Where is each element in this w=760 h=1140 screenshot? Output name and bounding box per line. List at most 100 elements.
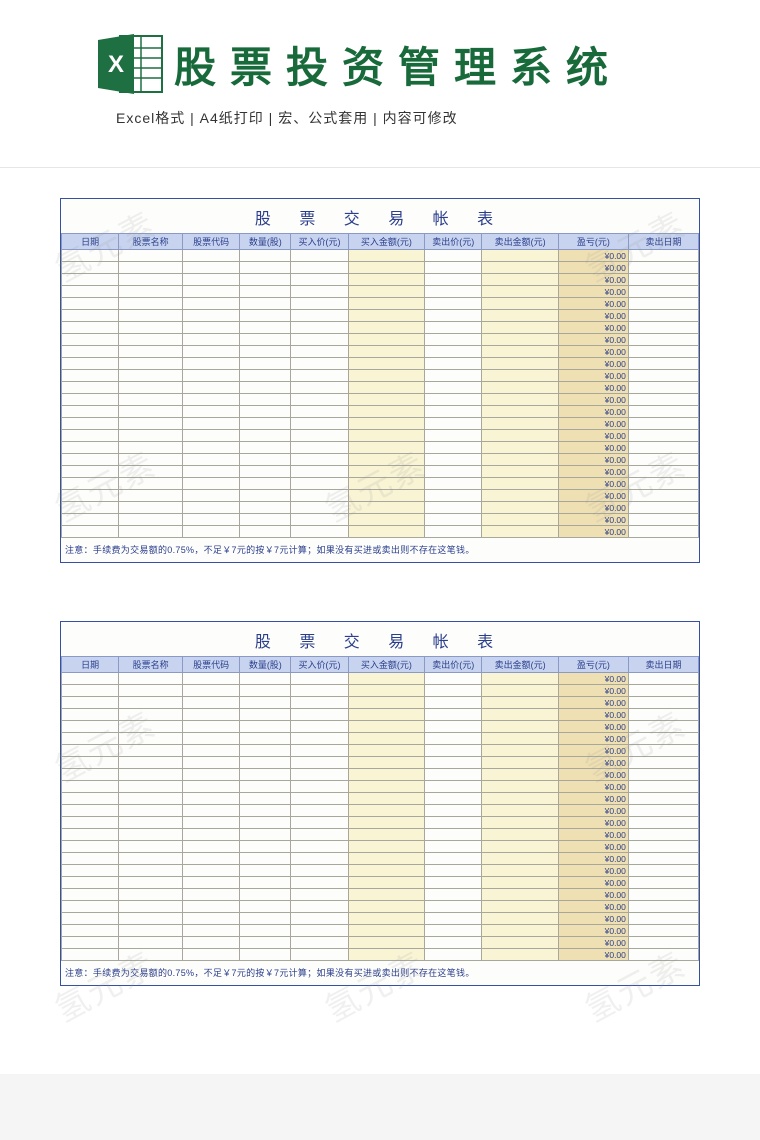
cell [240, 346, 291, 358]
cell [119, 274, 183, 286]
cell [628, 877, 698, 889]
cell [425, 877, 482, 889]
cell [291, 757, 348, 769]
cell [482, 262, 558, 274]
cell [425, 853, 482, 865]
cell [425, 418, 482, 430]
cell [348, 370, 424, 382]
cell [348, 262, 424, 274]
cell [291, 949, 348, 961]
table-row: ¥0.00 [62, 442, 699, 454]
cell [183, 406, 240, 418]
table-row: ¥0.00 [62, 298, 699, 310]
cell [119, 949, 183, 961]
cell: ¥0.00 [558, 298, 628, 310]
cell [62, 298, 119, 310]
table-row: ¥0.00 [62, 418, 699, 430]
cell [425, 286, 482, 298]
column-header: 卖出金额(元) [482, 234, 558, 250]
cell: ¥0.00 [558, 322, 628, 334]
cell [240, 709, 291, 721]
cell [425, 733, 482, 745]
cell [183, 757, 240, 769]
stock-table: 日期股票名称股票代码数量(股)买入价(元)买入金额(元)卖出价(元)卖出金额(元… [61, 233, 699, 538]
cell [183, 745, 240, 757]
cell [348, 418, 424, 430]
cell [240, 286, 291, 298]
cell [62, 937, 119, 949]
cell [482, 721, 558, 733]
table-row: ¥0.00 [62, 370, 699, 382]
cell [240, 358, 291, 370]
cell [62, 793, 119, 805]
cell: ¥0.00 [558, 502, 628, 514]
cell [482, 685, 558, 697]
cell [240, 793, 291, 805]
cell [240, 805, 291, 817]
cell [183, 526, 240, 538]
cell: ¥0.00 [558, 841, 628, 853]
cell [62, 262, 119, 274]
cell [119, 490, 183, 502]
cell [482, 298, 558, 310]
cell [482, 274, 558, 286]
cell [183, 721, 240, 733]
cell [183, 685, 240, 697]
cell [62, 769, 119, 781]
cell [628, 733, 698, 745]
cell [240, 937, 291, 949]
cell [119, 322, 183, 334]
cell: ¥0.00 [558, 442, 628, 454]
cell [425, 394, 482, 406]
cell [183, 697, 240, 709]
cell [348, 889, 424, 901]
cell [291, 925, 348, 937]
cell [482, 490, 558, 502]
cell [628, 466, 698, 478]
cell [240, 685, 291, 697]
cell [291, 514, 348, 526]
column-header: 买入价(元) [291, 234, 348, 250]
cell [119, 757, 183, 769]
cell [183, 502, 240, 514]
cell: ¥0.00 [558, 310, 628, 322]
cell [482, 949, 558, 961]
cell [240, 250, 291, 262]
cell [482, 454, 558, 466]
cell: ¥0.00 [558, 805, 628, 817]
table-row: ¥0.00 [62, 757, 699, 769]
cell [348, 478, 424, 490]
cell [291, 829, 348, 841]
cell [482, 394, 558, 406]
cell: ¥0.00 [558, 490, 628, 502]
cell [628, 406, 698, 418]
cell [240, 370, 291, 382]
cell [119, 466, 183, 478]
cell: ¥0.00 [558, 745, 628, 757]
cell [628, 454, 698, 466]
cell [183, 298, 240, 310]
cell [482, 697, 558, 709]
cell [62, 490, 119, 502]
cell [628, 805, 698, 817]
cell [183, 358, 240, 370]
cell [348, 358, 424, 370]
cell [628, 841, 698, 853]
cell [119, 769, 183, 781]
cell [291, 346, 348, 358]
cell [348, 757, 424, 769]
cell [62, 454, 119, 466]
title-row: X 股票投资管理系统 [0, 32, 760, 96]
cell: ¥0.00 [558, 286, 628, 298]
cell [628, 430, 698, 442]
column-header: 日期 [62, 657, 119, 673]
cell [628, 817, 698, 829]
cell [348, 793, 424, 805]
cell [240, 298, 291, 310]
cell [119, 370, 183, 382]
cell [240, 334, 291, 346]
table-row: ¥0.00 [62, 865, 699, 877]
cell [291, 298, 348, 310]
cell [482, 877, 558, 889]
cell [62, 733, 119, 745]
